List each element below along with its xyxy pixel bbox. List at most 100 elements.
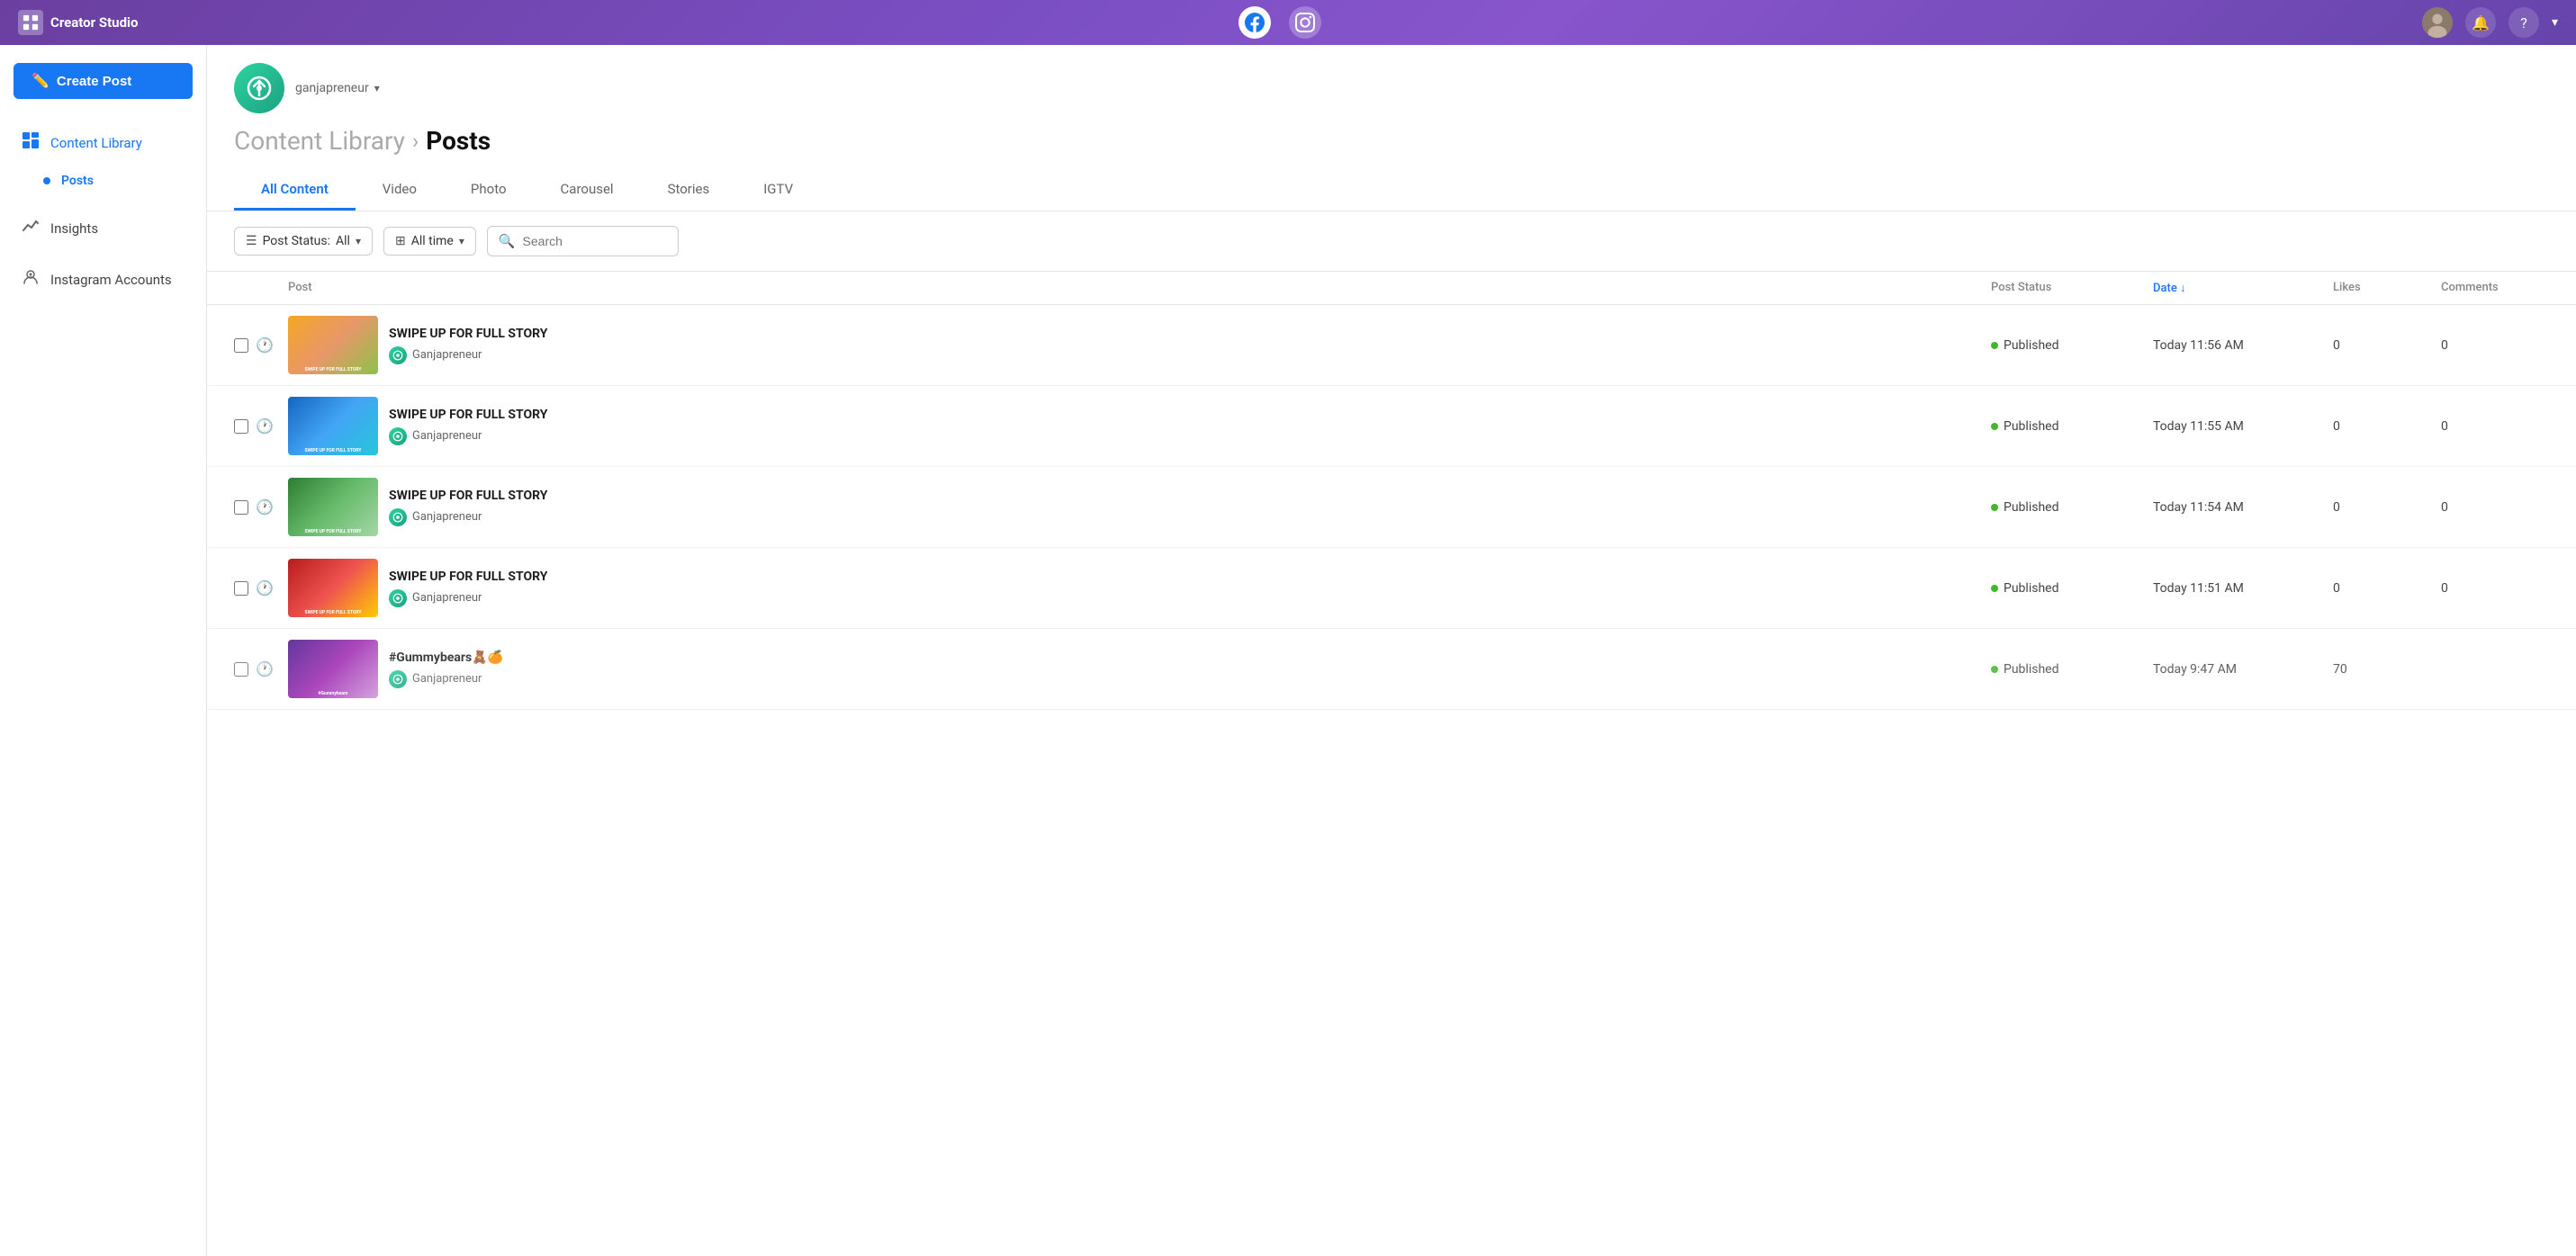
sidebar-item-instagram-accounts[interactable]: Instagram Accounts [7, 259, 199, 300]
brand-icon [18, 10, 43, 35]
posts-dot [43, 177, 50, 184]
sidebar-item-content-library[interactable]: Content Library [7, 122, 199, 163]
row-controls-1: 🕐 [234, 336, 288, 354]
sidebar-item-insights[interactable]: Insights [7, 208, 199, 248]
col-post: Post [288, 281, 1991, 295]
help-btn[interactable]: ? [2508, 7, 2539, 38]
row-controls-4: 🕐 [234, 579, 288, 597]
row-checkbox-2[interactable] [234, 419, 248, 434]
sidebar-item-posts[interactable]: Posts [7, 165, 199, 197]
row-clock-4[interactable]: 🕐 [256, 579, 274, 597]
status-label-4: Published [2004, 581, 2058, 596]
post-status-label: Post Status: [263, 234, 330, 248]
nav-center [1238, 6, 1321, 39]
date-cell-4: Today 11:51 AM [2153, 581, 2333, 596]
create-post-button[interactable]: ✏️ Create Post [14, 63, 193, 99]
row-controls-2: 🕐 [234, 417, 288, 435]
instagram-accounts-icon [22, 268, 40, 291]
thumb-text-1: SWIPE UP FOR FULL STORY [290, 367, 376, 372]
thumb-text-3: SWIPE UP FOR FULL STORY [290, 529, 376, 534]
account-row: ganjapreneur ▾ [234, 63, 2549, 113]
time-filter-chevron: ▾ [459, 235, 464, 247]
nav-right: 🔔 ? ▾ [2422, 7, 2558, 38]
insights-label: Insights [50, 220, 98, 237]
notifications-btn[interactable]: 🔔 [2465, 7, 2496, 38]
comments-cell-2: 0 [2441, 419, 2549, 434]
post-title-5: #Gummybears🧸🍊 [389, 650, 503, 665]
row-checkbox-4[interactable] [234, 581, 248, 596]
content-library-icon [22, 131, 40, 154]
post-thumb-1: SWIPE UP FOR FULL STORY [288, 316, 378, 374]
post-cell-2: SWIPE UP FOR FULL STORY SWIPE UP FOR FUL… [288, 397, 1991, 455]
tab-stories[interactable]: Stories [641, 170, 737, 211]
comments-cell-1: 0 [2441, 338, 2549, 353]
status-cell-3: Published [1991, 500, 2153, 515]
tab-igtv[interactable]: IGTV [736, 170, 820, 211]
thumb-img-3: SWIPE UP FOR FULL STORY [288, 478, 378, 536]
posts-label: Posts [61, 174, 94, 188]
post-account-4: Ganjapreneur [389, 589, 547, 607]
post-title-4: SWIPE UP FOR FULL STORY [389, 570, 547, 584]
status-dot-4 [1991, 585, 1998, 592]
tab-carousel[interactable]: Carousel [534, 170, 641, 211]
likes-cell-5: 70 [2333, 662, 2441, 677]
post-status-icon: ☰ [246, 234, 257, 248]
post-account-5: Ganjapreneur [389, 670, 503, 688]
post-title-1: SWIPE UP FOR FULL STORY [389, 327, 547, 341]
search-icon: 🔍 [499, 233, 516, 249]
tab-all-content[interactable]: All Content [234, 170, 356, 211]
date-cell-1: Today 11:56 AM [2153, 338, 2333, 353]
post-account-avatar-1 [389, 346, 407, 364]
likes-cell-1: 0 [2333, 338, 2441, 353]
thumb-img-1: SWIPE UP FOR FULL STORY [288, 316, 378, 374]
instagram-nav-btn[interactable] [1289, 6, 1321, 39]
post-info-1: SWIPE UP FOR FULL STORY Ganjapreneur [389, 327, 547, 364]
col-date[interactable]: Date ↓ [2153, 281, 2333, 295]
time-filter[interactable]: ⊞ All time ▾ [383, 227, 476, 256]
user-avatar[interactable] [2422, 7, 2453, 38]
likes-cell-3: 0 [2333, 500, 2441, 515]
app-layout: ✏️ Create Post Content Library Posts [0, 45, 2576, 1256]
row-clock-2[interactable]: 🕐 [256, 417, 274, 435]
tab-photo[interactable]: Photo [444, 170, 534, 211]
col-status: Post Status [1991, 281, 2153, 295]
post-cell-4: SWIPE UP FOR FULL STORY SWIPE UP FOR FUL… [288, 559, 1991, 617]
search-input[interactable] [523, 234, 667, 248]
post-status-filter[interactable]: ☰ Post Status: All ▾ [234, 227, 373, 256]
post-status-value: All [336, 234, 350, 248]
facebook-nav-btn[interactable] [1238, 6, 1271, 39]
search-box[interactable]: 🔍 [487, 226, 679, 256]
table-row: 🕐 SWIPE UP FOR FULL STORY SWIPE UP FOR F… [207, 467, 2576, 548]
row-clock-3[interactable]: 🕐 [256, 498, 274, 516]
comments-cell-3: 0 [2441, 500, 2549, 515]
sidebar-section-instagram: Instagram Accounts [0, 254, 206, 305]
breadcrumb: Content Library › Posts [234, 126, 2549, 156]
content-library-label: Content Library [50, 135, 142, 151]
table-header: Post Post Status Date ↓ Likes Comments [207, 272, 2576, 305]
post-account-1: Ganjapreneur [389, 346, 547, 364]
post-account-name-4: Ganjapreneur [412, 591, 482, 605]
thumb-text-2: SWIPE UP FOR FULL STORY [290, 448, 376, 453]
post-account-name-2: Ganjapreneur [412, 429, 482, 443]
status-dot-2 [1991, 423, 1998, 430]
posts-table: Post Post Status Date ↓ Likes Comments 🕐… [207, 272, 2576, 710]
tab-video[interactable]: Video [356, 170, 444, 211]
row-clock-1[interactable]: 🕐 [256, 336, 274, 354]
nav-dropdown-chevron[interactable]: ▾ [2552, 15, 2558, 30]
date-cell-3: Today 11:54 AM [2153, 500, 2333, 515]
row-checkbox-5[interactable] [234, 662, 248, 677]
row-checkbox-1[interactable] [234, 338, 248, 353]
row-clock-5[interactable]: 🕐 [256, 660, 274, 677]
breadcrumb-child: Posts [426, 126, 491, 156]
likes-cell-4: 0 [2333, 581, 2441, 596]
thumb-img-2: SWIPE UP FOR FULL STORY [288, 397, 378, 455]
time-filter-icon: ⊞ [395, 234, 406, 248]
post-account-name-3: Ganjapreneur [412, 510, 482, 524]
breadcrumb-parent[interactable]: Content Library [234, 126, 405, 156]
col-likes: Likes [2333, 281, 2441, 295]
nav-left: Creator Studio [18, 10, 138, 35]
status-cell-5: Published [1991, 662, 2153, 677]
row-checkbox-3[interactable] [234, 500, 248, 515]
account-dropdown[interactable]: ▾ [374, 82, 380, 94]
post-account-avatar-2 [389, 427, 407, 445]
